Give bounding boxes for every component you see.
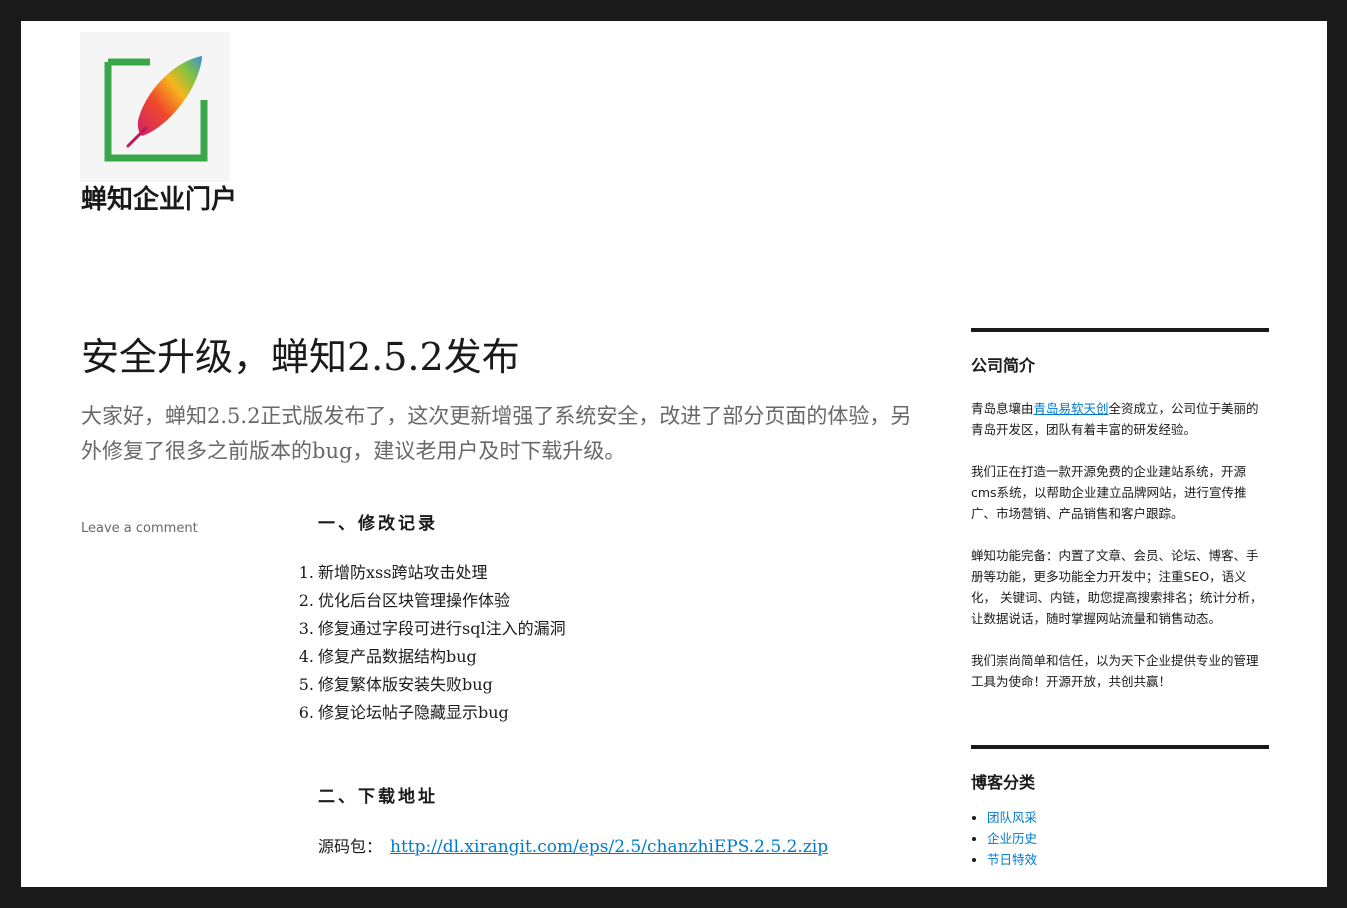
category-link-team[interactable]: 团队风采 <box>987 810 1037 825</box>
about-widget-body: 青岛息壤由青岛易软天创全资成立，公司位于美丽的青岛开发区，团队有着丰富的研发经验… <box>971 398 1269 692</box>
categories-widget: 博客分类 团队风采 企业历史 节日特效 <box>971 745 1269 870</box>
category-item: 企业历史 <box>987 828 1269 849</box>
categories-list: 团队风采 企业历史 节日特效 <box>971 807 1269 870</box>
feather-logo-icon <box>104 56 208 162</box>
download-heading: 二、下载地址 <box>318 787 438 807</box>
about-widget-title: 公司简介 <box>971 356 1036 375</box>
list-item: 2. 优化后台区块管理操作体验 <box>298 591 511 610</box>
about-widget: 公司简介 青岛息壤由青岛易软天创全资成立，公司位于美丽的青岛开发区，团队有着丰富… <box>971 328 1269 713</box>
list-item: 4. 修复产品数据结构bug <box>298 647 477 666</box>
category-link-holiday[interactable]: 节日特效 <box>987 852 1037 867</box>
page: 蝉知企业门户 安全升级，蝉知2.5.2发布 大家好，蝉知2.5.2正式版发布了，… <box>21 21 1327 887</box>
changelog-list: 1. 新增防xss跨站攻击处理 2. 优化后台区块管理操作体验 3. 修复通过字段可进… <box>298 559 566 727</box>
about-paragraph: 我们正在打造一款开源免费的企业建站系统，开源cms系统，以帮助企业建立品牌网站，… <box>971 464 1247 521</box>
category-link-history[interactable]: 企业历史 <box>987 831 1037 846</box>
download-link[interactable]: http://dl.xirangit.com/eps/2.5/chanzhiEP… <box>390 837 828 857</box>
changelog-heading: 一、修改记录 <box>318 514 438 534</box>
download-label: 源码包： <box>318 837 383 856</box>
site-title[interactable]: 蝉知企业门户 <box>81 179 237 216</box>
post-title[interactable]: 安全升级，蝉知2.5.2发布 <box>81 326 520 381</box>
download-line: 源码包： http://dl.xirangit.com/eps/2.5/chanz… <box>318 833 828 857</box>
about-paragraph: 蝉知功能完备：内置了文章、会员、论坛、博客、手册等功能，更多功能全力开发中；注重… <box>971 548 1263 626</box>
list-item: 5. 修复繁体版安装失败bug <box>298 675 493 694</box>
categories-widget-title: 博客分类 <box>971 773 1036 792</box>
about-paragraph: 我们崇尚简单和信任，以为天下企业提供专业的管理工具为使命！开源开放，共创共赢！ <box>971 653 1259 689</box>
site-logo[interactable] <box>80 32 230 182</box>
about-paragraph: 青岛息壤由青岛易软天创全资成立，公司位于美丽的青岛开发区，团队有着丰富的研发经验… <box>971 401 1259 437</box>
list-item: 1. 新增防xss跨站攻击处理 <box>298 563 488 582</box>
category-item: 团队风采 <box>987 807 1269 828</box>
list-item: 6. 修复论坛帖子隐藏显示bug <box>298 703 509 722</box>
category-item: 节日特效 <box>987 849 1269 870</box>
post-excerpt: 大家好，蝉知2.5.2正式版发布了，这次更新增强了系统安全，改进了部分页面的体验… <box>81 404 912 463</box>
list-item: 3. 修复通过字段可进行sql注入的漏洞 <box>298 619 566 638</box>
leave-comment-link[interactable]: Leave a comment <box>81 521 198 536</box>
company-link[interactable]: 青岛易软天创 <box>1034 401 1109 416</box>
